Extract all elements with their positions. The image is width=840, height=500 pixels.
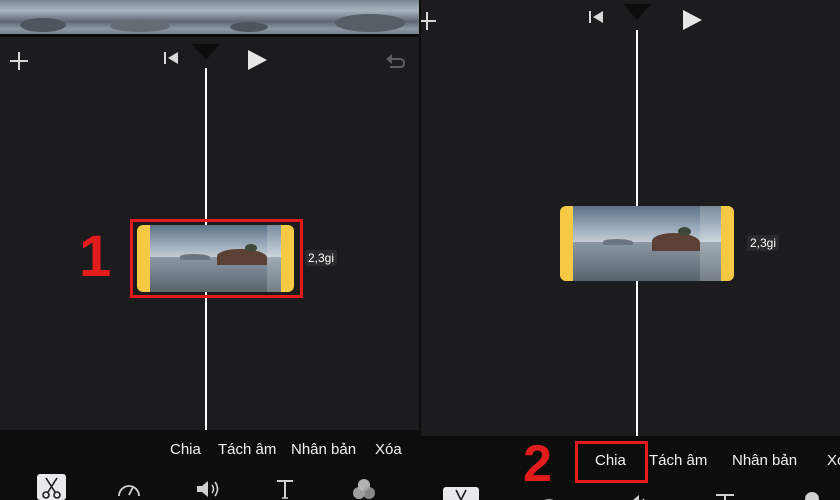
delete-action[interactable]: Xóa <box>375 441 402 458</box>
volume-tool-button[interactable] <box>626 492 652 500</box>
delete-action[interactable]: Xó <box>827 452 840 469</box>
step-1-highlight <box>130 219 303 298</box>
filters-icon <box>805 492 819 500</box>
step-1-label: 1 <box>79 224 112 289</box>
play-button[interactable] <box>244 48 270 72</box>
duplicate-action[interactable]: Nhân bản <box>291 441 356 458</box>
play-button[interactable] <box>679 8 705 32</box>
add-media-button[interactable] <box>421 8 439 34</box>
preview-border <box>0 34 419 37</box>
video-preview <box>0 0 419 36</box>
skip-back-icon <box>589 11 603 23</box>
clip-frame <box>573 206 636 281</box>
speed-icon <box>544 499 554 500</box>
filters-tool-button[interactable] <box>803 490 821 500</box>
undo-button[interactable] <box>382 49 408 71</box>
detach-audio-action[interactable]: Tách âm <box>218 441 276 458</box>
plus-icon <box>10 52 28 70</box>
undo-icon <box>386 54 406 68</box>
clip-actions-bar: Chia Tách âm Nhân bản Xóa <box>0 430 419 500</box>
text-tool-button[interactable] <box>713 492 737 500</box>
volume-tool-button[interactable] <box>195 478 221 500</box>
detach-audio-action[interactable]: Tách âm <box>649 452 707 469</box>
plus-icon <box>421 12 436 30</box>
video-clip[interactable] <box>560 206 734 281</box>
play-icon <box>248 50 267 70</box>
playhead-marker <box>623 4 651 20</box>
volume-icon <box>197 481 219 497</box>
play-icon <box>683 10 702 30</box>
step-2-label: 2 <box>523 435 552 493</box>
text-icon <box>277 480 293 499</box>
skip-to-start-button[interactable] <box>160 49 182 67</box>
volume-icon <box>628 495 645 500</box>
scissors-tool-button[interactable] <box>443 487 479 500</box>
text-icon <box>716 494 734 500</box>
scissors-icon <box>455 489 467 500</box>
speed-tool-button[interactable] <box>117 478 141 500</box>
text-tool-button[interactable] <box>274 478 296 500</box>
clip-duration: 2,3gi <box>747 235 780 251</box>
duplicate-action[interactable]: Nhân bản <box>732 452 797 469</box>
filters-icon <box>353 479 375 499</box>
skip-to-start-button[interactable] <box>585 8 607 26</box>
add-media-button[interactable] <box>6 48 32 74</box>
split-action[interactable]: Chia <box>170 441 201 458</box>
clip-frame <box>636 206 700 281</box>
playhead-marker <box>192 44 220 60</box>
left-panel: 1 2,3gi Chia Tách âm Nhân bản Xóa <box>0 0 419 500</box>
speed-icon <box>118 485 140 497</box>
clip-frame <box>700 206 721 281</box>
scissors-icon <box>42 477 61 499</box>
filters-tool-button[interactable] <box>352 477 376 500</box>
skip-back-icon <box>164 52 178 64</box>
speed-tool-button[interactable] <box>537 492 561 500</box>
right-panel: 2,3gi Chia Tách âm Nhân bản Xó <box>421 0 840 500</box>
scissors-tool-button[interactable] <box>37 474 66 500</box>
step-2-highlight <box>575 441 648 483</box>
clip-duration: 2,3gi <box>305 250 338 266</box>
